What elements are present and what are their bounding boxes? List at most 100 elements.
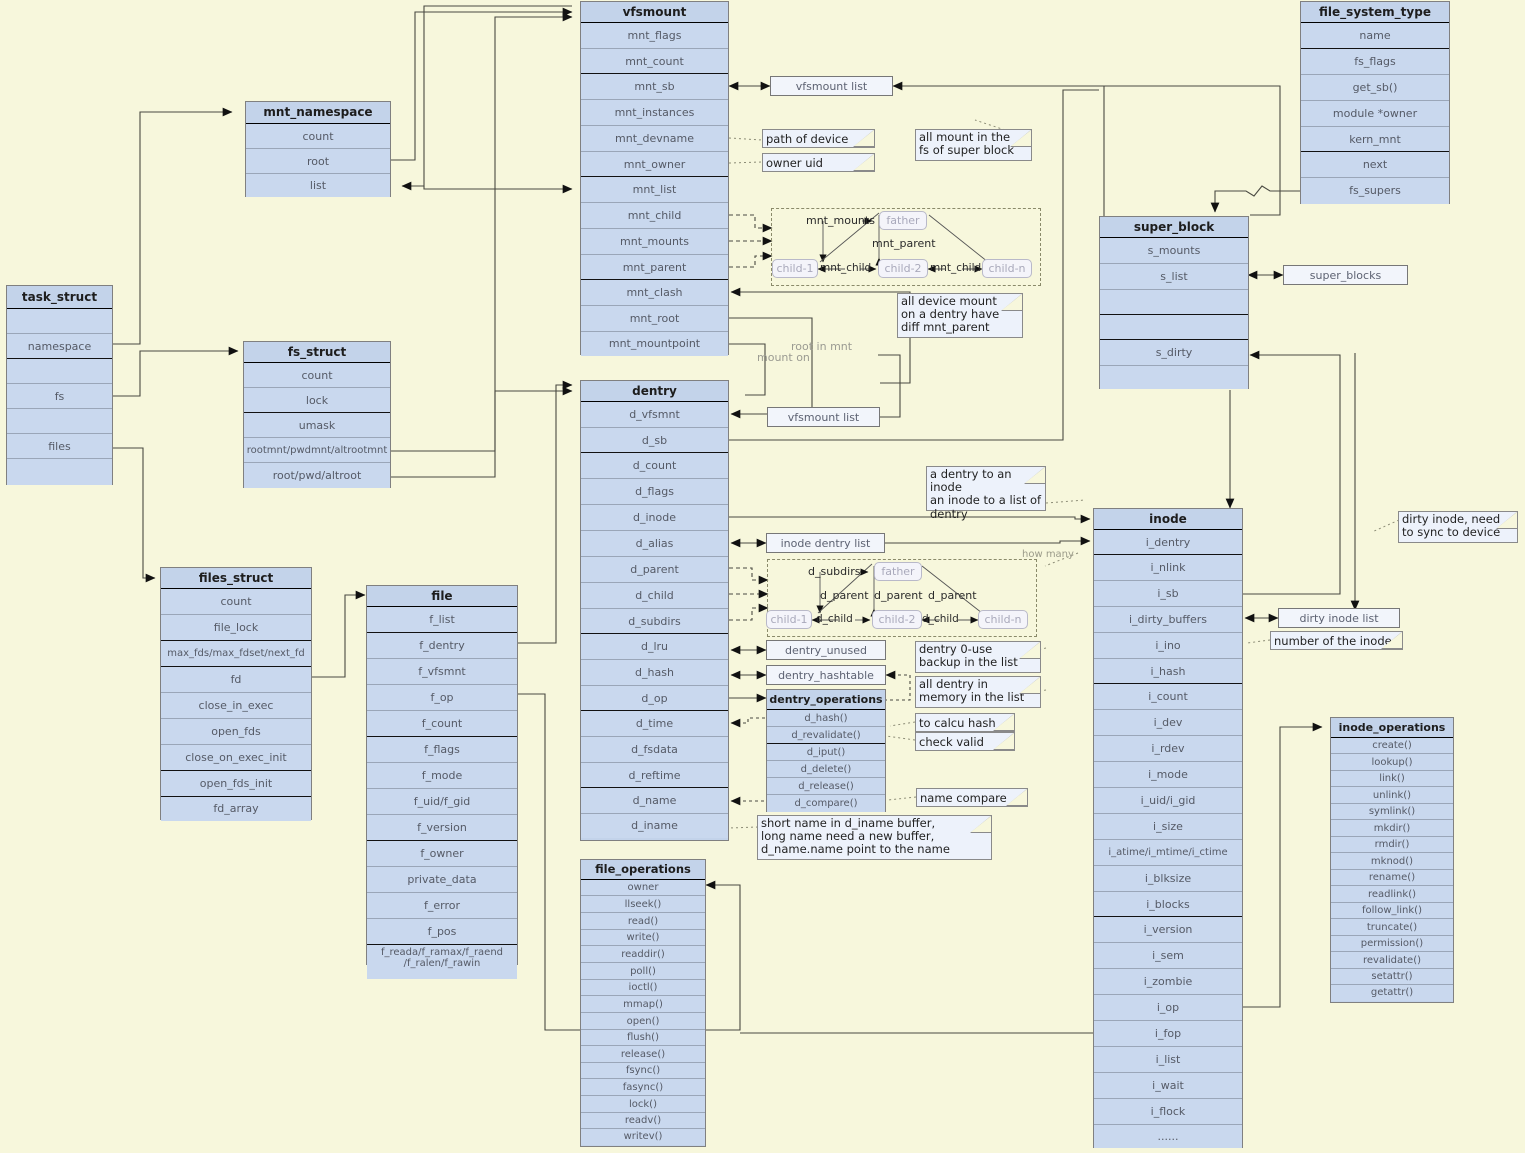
field-row[interactable]: mnt_count [581,49,728,74]
field-row[interactable]: d_hash [581,660,728,686]
field-row[interactable]: revalidate() [1331,952,1453,969]
field-row[interactable]: f_vfsmnt [367,659,517,685]
field-row[interactable]: mnt_flags [581,23,728,49]
struct-inode-operations[interactable]: inode_operations create() lookup() link(… [1330,717,1454,1003]
field-row[interactable]: release() [581,1046,705,1063]
field-row[interactable]: read() [581,913,705,930]
field-row[interactable]: d_revalidate() [767,727,885,744]
field-row[interactable]: rmdir() [1331,837,1453,853]
field-row[interactable]: umask [244,413,390,438]
field-row[interactable]: f_mode [367,763,517,789]
field-row[interactable]: i_zombie [1094,969,1242,995]
struct-file-system-type[interactable]: file_system_type name fs_flags get_sb() … [1300,1,1450,204]
field-row[interactable]: s_mounts [1100,238,1248,264]
field-row[interactable]: readlink() [1331,886,1453,903]
struct-inode[interactable]: inode i_dentry i_nlink i_sb i_dirty_buff… [1093,508,1243,1148]
field-row[interactable]: symlink() [1331,804,1453,820]
field-row[interactable]: llseek() [581,896,705,913]
field-row[interactable]: mnt_owner [581,152,728,177]
field-row[interactable]: permission() [1331,936,1453,952]
field-row[interactable]: d_alias [581,531,728,557]
field-row[interactable]: f_flags [367,737,517,763]
struct-vfsmount[interactable]: vfsmount mnt_flags mnt_count mnt_sb mnt_… [580,1,729,356]
field-row[interactable]: namespace [7,334,112,359]
field-row[interactable]: d_op [581,686,728,711]
field-row[interactable]: i_dentry [1094,530,1242,555]
field-row[interactable] [1100,290,1248,315]
field-row[interactable]: open() [581,1013,705,1030]
field-row[interactable]: unlink() [1331,787,1453,804]
field-row[interactable]: readdir() [581,946,705,963]
field-row[interactable]: d_parent [581,557,728,583]
field-row[interactable]: count [161,589,311,615]
field-row[interactable]: count [246,124,390,149]
field-row[interactable]: d_hash() [767,710,885,727]
field-row[interactable]: setattr() [1331,969,1453,985]
field-row[interactable]: flush() [581,1030,705,1046]
field-row[interactable]: module *owner [1301,101,1449,127]
struct-files-struct[interactable]: files_struct count file_lock max_fds/max… [160,567,312,821]
field-row[interactable]: close_in_exec [161,693,311,719]
field-row[interactable]: mnt_child [581,203,728,229]
field-row[interactable]: mnt_root [581,306,728,332]
field-row[interactable]: i_version [1094,917,1242,943]
field-row[interactable]: create() [1331,738,1453,754]
field-row[interactable]: i_dirty_buffers [1094,607,1242,633]
mount-tree-node-childn[interactable]: child-n [982,259,1032,278]
dentry-tree-node-child2[interactable]: child-2 [872,610,922,629]
field-row[interactable]: writev() [581,1129,705,1145]
field-row[interactable]: d_child [581,583,728,609]
dentry-tree-node-childn[interactable]: child-n [978,610,1028,629]
list-dirty-inode-list[interactable]: dirty inode list [1278,608,1400,628]
field-row[interactable]: fs [7,384,112,409]
field-row[interactable]: fd [161,667,311,693]
field-row[interactable]: name [1301,23,1449,49]
field-row[interactable]: lookup() [1331,754,1453,771]
field-row[interactable]: fd_array [161,797,311,821]
field-row[interactable]: file_lock [161,615,311,641]
field-row[interactable]: i_list [1094,1047,1242,1073]
field-row[interactable]: fasync() [581,1079,705,1096]
field-row[interactable]: i_count [1094,684,1242,710]
field-row[interactable]: d_compare() [767,795,885,812]
field-row[interactable]: f_owner [367,841,517,867]
field-row[interactable] [1100,315,1248,340]
field-row[interactable]: mnt_clash [581,280,728,306]
field-row[interactable]: mnt_mountpoint [581,332,728,356]
field-row[interactable]: mnt_list [581,177,728,203]
struct-super-block[interactable]: super_block s_mounts s_list s_dirty [1099,216,1249,389]
field-row[interactable]: mkdir() [1331,820,1453,837]
field-row[interactable]: i_op [1094,995,1242,1021]
field-row[interactable]: d_inode [581,505,728,531]
field-row[interactable]: ioctl() [581,980,705,996]
field-row[interactable] [7,309,112,334]
field-row[interactable]: i_rdev [1094,736,1242,762]
list-dentry-unused[interactable]: dentry_unused [766,640,886,660]
struct-dentry-operations[interactable]: dentry_operations d_hash() d_revalidate(… [766,689,886,812]
field-row[interactable]: f_version [367,815,517,841]
field-row[interactable]: fsync() [581,1063,705,1079]
field-row[interactable]: owner [581,880,705,896]
field-row[interactable]: mknod() [1331,853,1453,870]
field-row[interactable] [7,409,112,434]
field-row[interactable]: kern_mnt [1301,127,1449,152]
field-row[interactable]: fs_flags [1301,49,1449,75]
field-row[interactable]: mnt_mounts [581,229,728,255]
field-row[interactable]: i_flock [1094,1099,1242,1125]
field-row[interactable]: d_name [581,788,728,814]
field-row[interactable]: follow_link() [1331,903,1453,919]
field-row[interactable]: i_hash [1094,659,1242,684]
struct-file[interactable]: file f_list f_dentry f_vfsmnt f_op f_cou… [366,585,518,979]
list-dentry-hashtable[interactable]: dentry_hashtable [766,665,886,685]
field-row[interactable]: i_dev [1094,710,1242,736]
field-row[interactable]: d_sb [581,428,728,453]
struct-file-operations[interactable]: file_operations owner llseek() read() wr… [580,859,706,1147]
field-row[interactable]: mnt_instances [581,100,728,126]
field-row[interactable]: write() [581,930,705,946]
field-row[interactable]: d_release() [767,778,885,795]
field-row[interactable]: lock [244,388,390,413]
field-row[interactable]: d_delete() [767,761,885,778]
field-row[interactable]: truncate() [1331,919,1453,936]
field-row[interactable]: mnt_sb [581,74,728,100]
field-row[interactable]: link() [1331,771,1453,787]
